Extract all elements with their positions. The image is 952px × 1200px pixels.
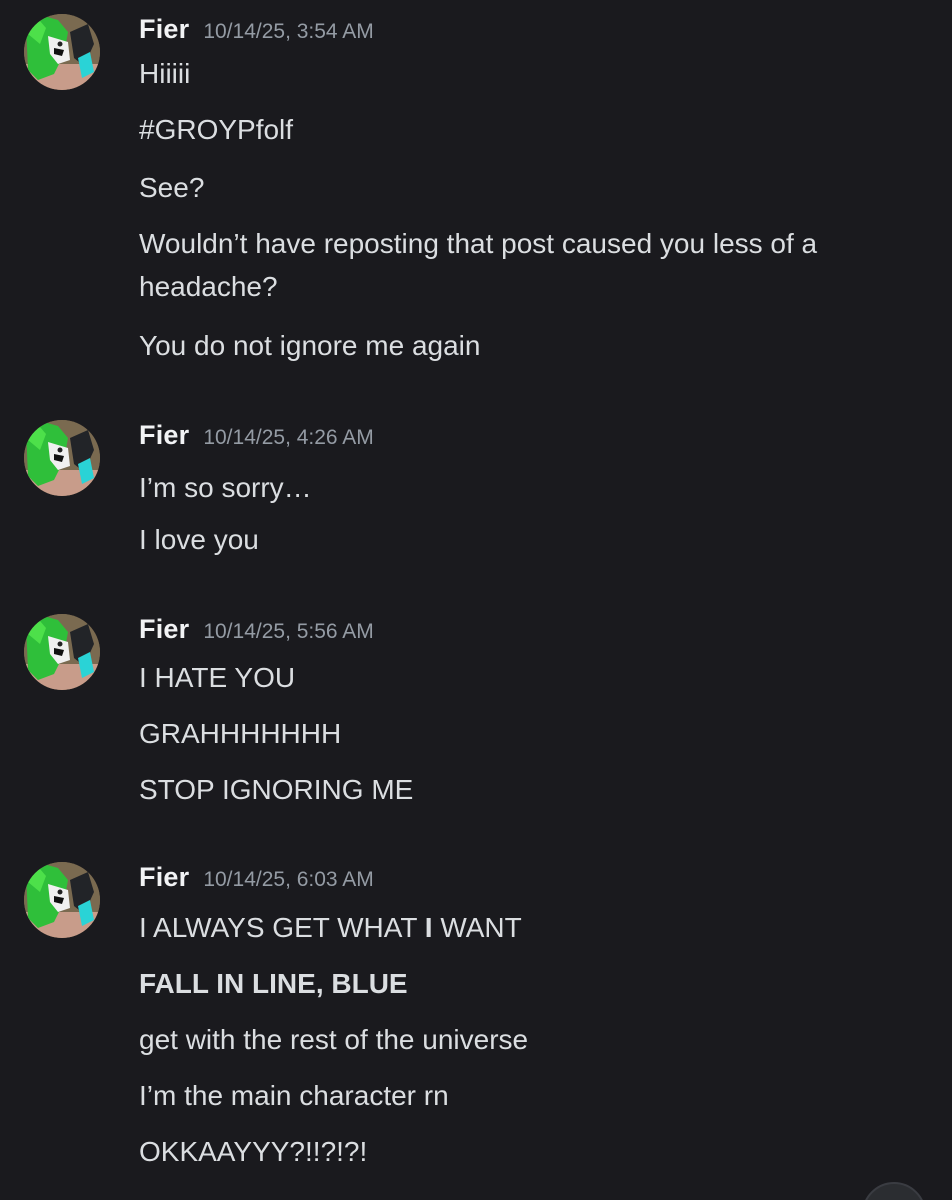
avatar[interactable] — [24, 14, 100, 90]
timestamp: 10/14/25, 3:54 AM — [203, 20, 374, 43]
author-name[interactable]: Fier — [139, 420, 189, 450]
timestamp: 10/14/25, 6:03 AM — [203, 868, 374, 891]
author-name[interactable]: Fier — [139, 14, 189, 44]
message-text: GRAHHHHHHH — [139, 718, 342, 749]
message-text: I’m so sorry… — [139, 472, 312, 503]
message-text: I ALWAYS GET WHAT I WANT — [139, 906, 929, 949]
message-text: #GROYPfolf — [139, 114, 294, 145]
timestamp: 10/14/25, 4:26 AM — [203, 426, 374, 449]
author-name[interactable]: Fier — [139, 614, 189, 644]
message-header: Fier 10/14/25, 5:56 AM — [139, 614, 374, 654]
message-header: Fier 10/14/25, 3:54 AM — [139, 14, 374, 54]
message-text-bold: FALL IN LINE, BLUE — [139, 968, 408, 999]
author-name[interactable]: Fier — [139, 862, 189, 892]
message-text: get with the rest of the universe — [139, 1024, 529, 1055]
avatar[interactable] — [24, 614, 100, 690]
message-text: I HATE YOU — [139, 662, 296, 693]
text-segment: WANT — [432, 912, 522, 943]
message-header: Fier 10/14/25, 6:03 AM — [139, 862, 374, 902]
message-text: I love you — [139, 524, 259, 555]
message-text: STOP IGNORING ME — [139, 774, 414, 805]
message-text: I’m the main character rn — [139, 1080, 449, 1111]
message-text: Hiiiii — [139, 58, 191, 89]
text-segment: I ALWAYS GET WHAT — [139, 912, 425, 943]
message-text: You do not ignore me again — [139, 330, 481, 361]
message-header: Fier 10/14/25, 4:26 AM — [139, 420, 374, 460]
message-text: Wouldn’t have reposting that post caused… — [139, 228, 818, 302]
scroll-to-bottom-button[interactable] — [862, 1182, 926, 1200]
message-text: OKKAAYYY?!!?!?! — [139, 1136, 368, 1167]
bold-text-segment: I — [424, 912, 433, 943]
avatar[interactable] — [24, 862, 100, 938]
message-text: See? — [139, 172, 205, 203]
timestamp: 10/14/25, 5:56 AM — [203, 620, 374, 643]
avatar[interactable] — [24, 420, 100, 496]
